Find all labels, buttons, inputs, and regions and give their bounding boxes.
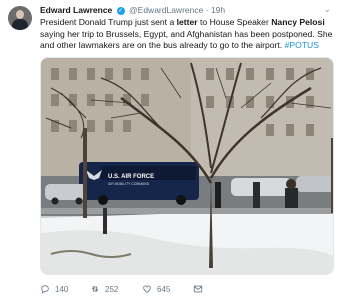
person: [253, 182, 260, 212]
envelope-icon: [193, 285, 203, 293]
tweet-timestamp[interactable]: 19h: [211, 5, 225, 15]
hashtag-link[interactable]: #POTUS: [285, 40, 319, 50]
bus-wheel: [98, 195, 108, 205]
reply-icon: [41, 285, 49, 294]
avatar-body: [12, 19, 28, 30]
person: [215, 182, 221, 210]
tree-trunk-right: [331, 138, 333, 213]
tweet-header: Edward Lawrence ✓ @EdwardLawrence · 19h: [40, 5, 225, 15]
tweet-actions: 140 252 645: [40, 284, 334, 298]
author-name[interactable]: Edward Lawrence: [40, 5, 112, 15]
heart-icon: [143, 285, 151, 293]
photo-scene: U.S. AIR FORCE AIR MOBILITY COMMAND: [41, 58, 333, 274]
parked-car: [296, 176, 333, 192]
retweet-count: 252: [105, 284, 119, 294]
avatar-head: [16, 10, 24, 19]
person-head: [286, 179, 296, 189]
tweet-photo[interactable]: U.S. AIR FORCE AIR MOBILITY COMMAND: [40, 57, 334, 275]
building-left: [41, 58, 191, 178]
bus-sign: U.S. AIR FORCE: [108, 174, 154, 180]
bus-sign-sub: AIR MOBILITY COMMAND: [108, 182, 150, 186]
post: [103, 208, 107, 234]
avatar[interactable]: [8, 6, 32, 30]
car-wheel: [51, 197, 59, 205]
silver-car: [45, 184, 87, 200]
tweet-text: President Donald Trump just sent a lette…: [40, 17, 334, 52]
tweet-text-bold-letter: letter: [176, 17, 198, 27]
reply-action[interactable]: 140: [40, 284, 68, 294]
suv: [231, 178, 291, 196]
separator-dot: ·: [205, 5, 209, 15]
car-wheel: [75, 197, 83, 205]
verified-badge-icon: ✓: [116, 6, 125, 15]
message-action[interactable]: [193, 284, 203, 294]
like-count: 645: [157, 284, 171, 294]
tweet-text-part: President Donald Trump just sent a: [40, 17, 177, 27]
bus-wheel: [176, 195, 186, 205]
retweet-action[interactable]: 252: [90, 284, 118, 294]
tweet-card[interactable]: Edward Lawrence ✓ @EdwardLawrence · 19h …: [0, 0, 340, 300]
tree-trunk-left: [83, 128, 87, 218]
tweet-text-part: to House Speaker: [197, 17, 272, 27]
reply-count: 140: [55, 284, 69, 294]
chevron-down-icon[interactable]: ⌄: [323, 4, 331, 15]
tweet-text-bold-name: Nancy Pelosi: [271, 17, 325, 27]
author-handle[interactable]: @EdwardLawrence: [129, 5, 203, 15]
like-action[interactable]: 645: [142, 284, 170, 294]
retweet-icon: [91, 286, 99, 292]
